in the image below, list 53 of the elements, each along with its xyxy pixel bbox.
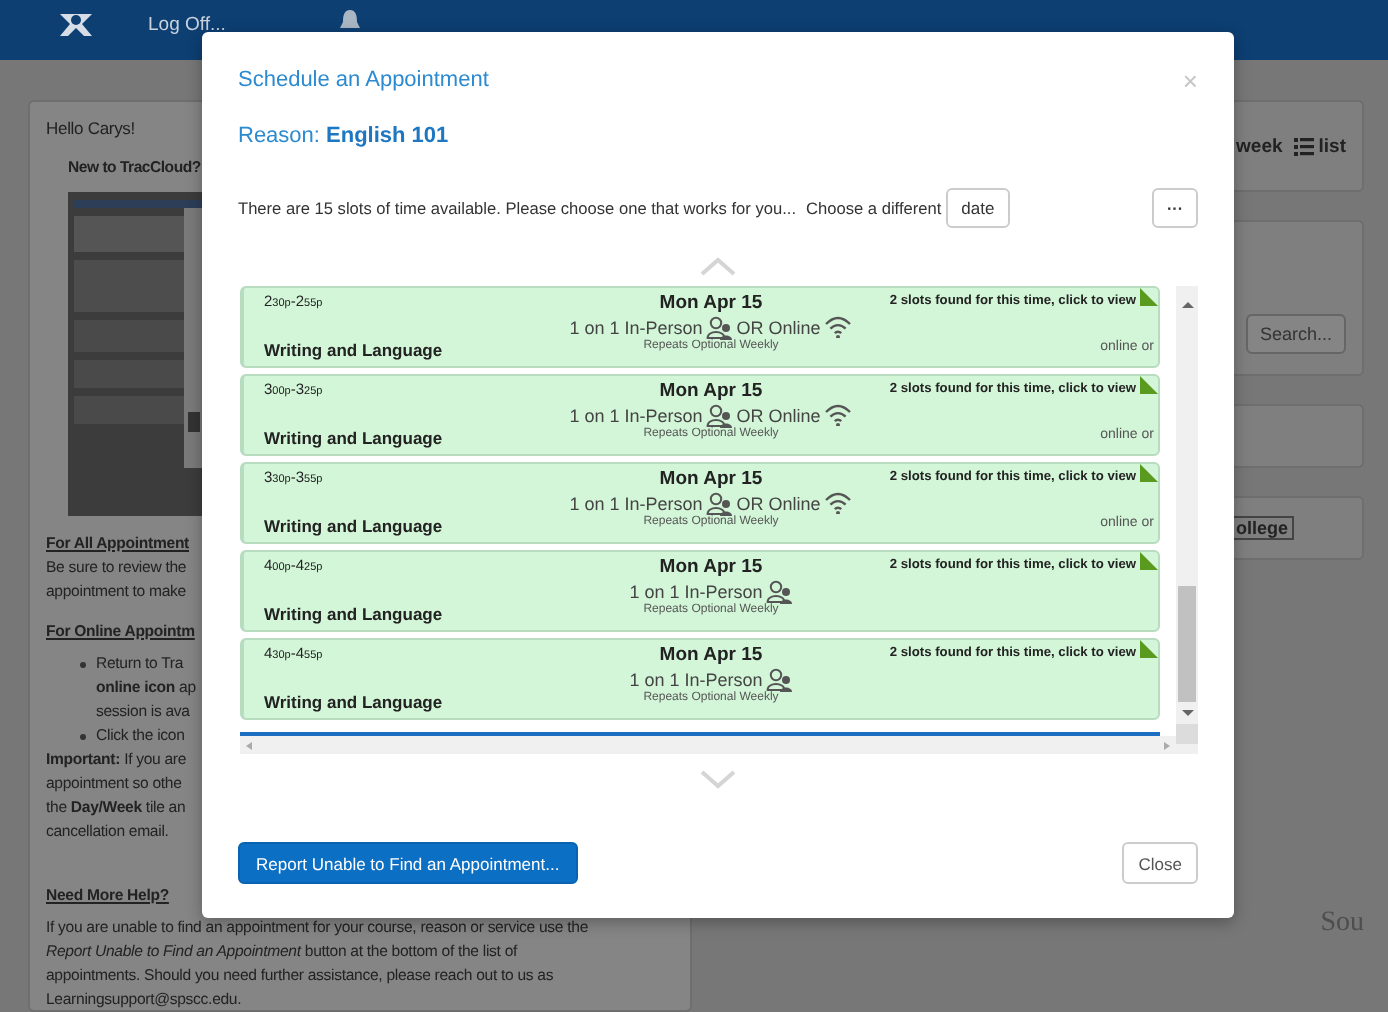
people-icon: [706, 491, 733, 515]
subject-text: Writing and Language: [264, 516, 445, 536]
bell-icon: [337, 8, 362, 32]
corner-triangle-icon: [1140, 464, 1158, 482]
online-text: OR Online: [736, 493, 821, 513]
people-icon: [706, 315, 733, 339]
slot-date: Mon Apr 15: [657, 380, 765, 402]
log-off-link[interactable]: Log Off...: [148, 14, 226, 36]
subject-text: Writing and Language: [264, 692, 445, 712]
mode-text: 1 on 1 In-Person: [629, 581, 763, 601]
slot-date: Mon Apr 15: [657, 468, 765, 490]
wifi-icon: [824, 492, 853, 514]
subject-text: Writing and Language: [264, 428, 445, 448]
mode-text: 1 on 1 In-Person: [629, 669, 763, 689]
online-text: OR Online: [736, 405, 821, 425]
mode-text: 1 on 1 In-Person: [569, 493, 703, 513]
wifi-icon: [824, 316, 853, 338]
chevron-down-icon: [700, 770, 736, 790]
subject-text: Writing and Language: [264, 340, 445, 360]
horizontal-scrollbar[interactable]: [240, 736, 1176, 754]
slot-date: Mon Apr 15: [657, 556, 765, 578]
people-icon: [706, 403, 733, 427]
corner-triangle-icon: [1140, 376, 1158, 394]
choose-label: Choose a different: [806, 198, 942, 218]
reason-text: Reason: English 101: [238, 124, 451, 148]
wifi-icon: [824, 404, 853, 426]
report-button[interactable]: Report Unable to Find an Appointment...: [238, 842, 578, 884]
slot-date: Mon Apr 15: [657, 292, 765, 314]
logo-icon: [56, 8, 96, 40]
vertical-scrollbar[interactable]: [1176, 286, 1198, 754]
mode-text: 1 on 1 In-Person: [569, 405, 703, 425]
people-icon: [766, 579, 793, 603]
people-icon: [766, 667, 793, 691]
bullet-icon: [80, 662, 86, 668]
slot-date: Mon Apr 15: [657, 644, 765, 666]
week-view-tab[interactable]: week: [1236, 135, 1283, 157]
bullet-icon: [80, 734, 86, 740]
close-button[interactable]: Close: [1122, 842, 1198, 884]
corner-triangle-icon: [1140, 288, 1158, 306]
mode-text: 1 on 1 In-Person: [569, 317, 703, 337]
chevron-up-icon: [700, 256, 736, 276]
search-button[interactable]: Search...: [1245, 314, 1346, 354]
date-button[interactable]: date: [945, 188, 1011, 228]
list-icon: [1294, 137, 1315, 155]
corner-triangle-icon: [1140, 552, 1158, 570]
availability-text: There are 15 slots of time available. Please choose one that works for you...: [238, 198, 797, 218]
corner-triangle-icon: [1140, 640, 1158, 658]
online-text: OR Online: [736, 317, 821, 337]
greeting-text: Hello Carys!: [46, 116, 135, 140]
subject-text: Writing and Language: [264, 604, 445, 624]
list-view-tab[interactable]: list: [1294, 135, 1346, 157]
modal-title: Schedule an Appointment: [238, 68, 489, 92]
more-button[interactable]: ···: [1152, 188, 1198, 228]
